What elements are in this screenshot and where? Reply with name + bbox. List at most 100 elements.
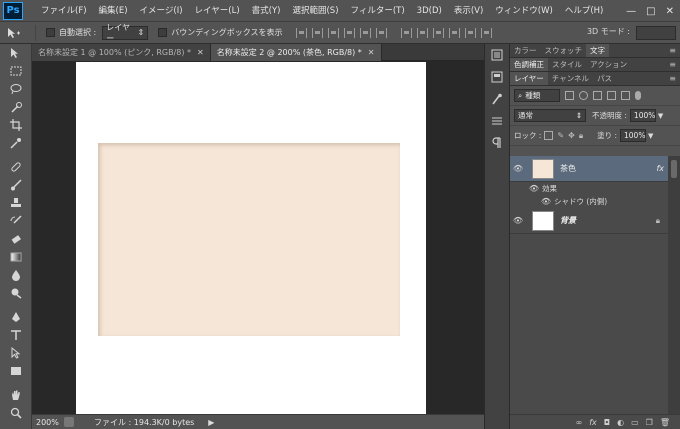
- new-adjustment-icon[interactable]: ◐: [617, 418, 624, 427]
- status-menu-arrow[interactable]: ▶: [208, 418, 214, 427]
- type-tool[interactable]: [0, 326, 32, 344]
- tab-actions[interactable]: アクション: [586, 58, 631, 71]
- filter-pixel-icon[interactable]: [565, 91, 574, 100]
- hand-tool[interactable]: [0, 386, 32, 404]
- eye-icon[interactable]: 👁︎: [510, 164, 526, 173]
- distribute-left-icon[interactable]: [449, 27, 461, 38]
- zoom-level[interactable]: 200%: [36, 418, 62, 427]
- close-button[interactable]: ✕: [666, 6, 674, 17]
- menu-view[interactable]: 表示(V): [448, 0, 489, 22]
- align-hcenter-icon[interactable]: [360, 27, 372, 38]
- fx-icon[interactable]: fx: [656, 164, 664, 173]
- menu-window[interactable]: ウィンドウ(W): [489, 0, 559, 22]
- layer-row-tea[interactable]: 👁︎ 茶色 fx: [510, 156, 668, 182]
- trash-icon[interactable]: 🗑︎: [660, 418, 670, 427]
- filter-type-icon[interactable]: [593, 91, 602, 100]
- menu-image[interactable]: イメージ(I): [134, 0, 189, 22]
- panel-menu-icon[interactable]: ≡: [669, 44, 676, 58]
- filter-toggle-icon[interactable]: [635, 91, 641, 100]
- add-mask-icon[interactable]: ◘: [604, 418, 610, 427]
- lock-transparent-icon[interactable]: [544, 131, 554, 140]
- blur-tool[interactable]: [0, 266, 32, 284]
- quick-select-tool[interactable]: [0, 98, 32, 116]
- tab-character[interactable]: 文字: [586, 44, 609, 57]
- new-layer-icon[interactable]: ❐: [646, 418, 653, 427]
- distribute-hcenter-icon[interactable]: [465, 27, 477, 38]
- tab-document-1[interactable]: 名称未設定 1 @ 100% (ピンク, RGB/8) * ✕: [32, 44, 211, 61]
- document-canvas[interactable]: [76, 62, 426, 414]
- layer-filter-kind[interactable]: ⌕ 種類: [514, 89, 560, 102]
- minimize-button[interactable]: —: [626, 6, 636, 17]
- eyedropper-tool[interactable]: [0, 134, 32, 152]
- align-top-icon[interactable]: [296, 27, 308, 38]
- gradient-tool[interactable]: [0, 248, 32, 266]
- layer-effect-inner-shadow[interactable]: 👁︎ シャドウ (内側): [510, 195, 668, 208]
- align-bottom-icon[interactable]: [328, 27, 340, 38]
- eraser-tool[interactable]: [0, 230, 32, 248]
- brush-tool[interactable]: [0, 176, 32, 194]
- status-info-icon[interactable]: [64, 417, 74, 427]
- align-right-icon[interactable]: [376, 27, 388, 38]
- history-brush-tool[interactable]: [0, 212, 32, 230]
- chevron-down-icon[interactable]: ▼: [648, 132, 653, 140]
- align-vcenter-icon[interactable]: [312, 27, 324, 38]
- marquee-tool[interactable]: [0, 62, 32, 80]
- menu-edit[interactable]: 編集(E): [93, 0, 134, 22]
- tab-adjustments[interactable]: 色調補正: [510, 58, 548, 71]
- menu-type[interactable]: 書式(Y): [246, 0, 287, 22]
- tab-document-2[interactable]: 名称未設定 2 @ 200% (茶色, RGB/8) * ✕: [210, 44, 382, 61]
- maximize-button[interactable]: □: [646, 6, 655, 17]
- canvas-area[interactable]: [32, 61, 484, 414]
- auto-select-dropdown[interactable]: レイヤー ⇕: [102, 23, 149, 43]
- zoom-tool[interactable]: [0, 404, 32, 422]
- pen-tool[interactable]: [0, 308, 32, 326]
- tool-preset-picker[interactable]: [6, 24, 36, 41]
- layer-effects-row[interactable]: 👁︎ 効果: [510, 182, 668, 195]
- history-panel-icon[interactable]: [485, 44, 509, 66]
- menu-3d[interactable]: 3D(D): [411, 0, 448, 22]
- chevron-down-icon[interactable]: ▼: [658, 112, 663, 120]
- menu-filter[interactable]: フィルター(T): [345, 0, 411, 22]
- distribute-vcenter-icon[interactable]: [417, 27, 429, 38]
- tab-layers[interactable]: レイヤー: [510, 72, 548, 85]
- tab-styles[interactable]: スタイル: [548, 58, 586, 71]
- align-left-icon[interactable]: [344, 27, 356, 38]
- eye-icon[interactable]: 👁︎: [526, 184, 542, 193]
- workspace-selector[interactable]: [636, 26, 676, 40]
- properties-panel-icon[interactable]: [485, 66, 509, 88]
- distribute-top-icon[interactable]: [401, 27, 413, 38]
- opacity-field[interactable]: 100%: [629, 109, 656, 122]
- menu-help[interactable]: ヘルプ(H): [559, 0, 610, 22]
- filter-adjustment-icon[interactable]: [579, 91, 588, 100]
- layer-name[interactable]: 背景: [560, 215, 576, 226]
- lock-pixels-icon[interactable]: ✎: [557, 131, 564, 140]
- brush-panel-icon[interactable]: [485, 110, 509, 132]
- shape-tool[interactable]: [0, 362, 32, 380]
- filter-smartobject-icon[interactable]: [621, 91, 630, 100]
- dodge-tool[interactable]: [0, 284, 32, 302]
- bounding-box-checkbox[interactable]: [158, 28, 168, 37]
- tea-layer-rectangle[interactable]: [98, 143, 400, 336]
- close-icon[interactable]: ✕: [368, 44, 375, 61]
- clone-stamp-tool[interactable]: [0, 194, 32, 212]
- lasso-tool[interactable]: [0, 80, 32, 98]
- layers-scrollbar[interactable]: [668, 156, 680, 414]
- path-select-tool[interactable]: [0, 344, 32, 362]
- paragraph-panel-icon[interactable]: [485, 132, 509, 154]
- new-group-icon[interactable]: ▭: [631, 418, 639, 427]
- close-icon[interactable]: ✕: [197, 44, 204, 61]
- healing-brush-tool[interactable]: [0, 158, 32, 176]
- panel-menu-icon[interactable]: ≡: [669, 58, 676, 72]
- lock-all-icon[interactable]: 🔒︎: [579, 131, 583, 141]
- tab-swatches[interactable]: スウォッチ: [541, 44, 587, 57]
- distribute-right-icon[interactable]: [481, 27, 493, 38]
- tool-presets-panel-icon[interactable]: [485, 88, 509, 110]
- eye-icon[interactable]: 👁︎: [538, 197, 554, 206]
- tab-color[interactable]: カラー: [510, 44, 541, 57]
- auto-select-checkbox[interactable]: [46, 28, 55, 37]
- lock-position-icon[interactable]: ✥: [568, 131, 575, 140]
- menu-select[interactable]: 選択範囲(S): [286, 0, 344, 22]
- move-tool[interactable]: [0, 44, 32, 62]
- filter-shape-icon[interactable]: [607, 91, 616, 100]
- eye-icon[interactable]: 👁︎: [510, 216, 526, 225]
